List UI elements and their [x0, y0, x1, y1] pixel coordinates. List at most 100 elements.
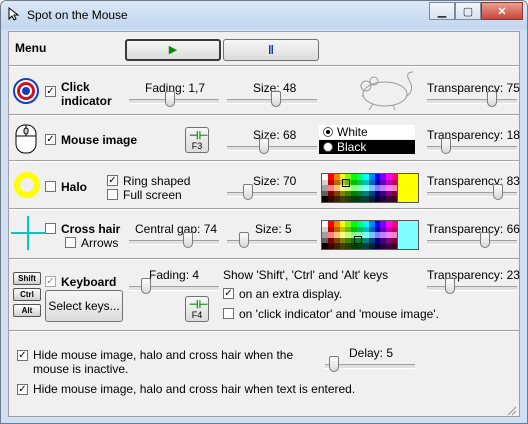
full-screen-label: Full screen: [123, 188, 182, 202]
slider-thumb[interactable]: [243, 184, 253, 200]
title-bar[interactable]: Spot on the Mouse ▁ ▢ ✕: [1, 1, 527, 29]
click-indicator-checkbox[interactable]: ✓: [45, 86, 56, 97]
black-label: Black: [337, 140, 367, 154]
cross-hair-color-swatch: [397, 220, 419, 250]
hide-when-inactive-label-2: mouse is inactive.: [33, 362, 129, 376]
computer-mouse-icon: [15, 124, 37, 154]
play-icon: ▶: [168, 44, 178, 56]
transparency-slider[interactable]: [427, 277, 517, 297]
close-icon: ✕: [497, 6, 507, 18]
indicator-checkbox[interactable]: [223, 308, 234, 319]
slider-thumb[interactable]: [487, 91, 497, 107]
slider-thumb[interactable]: [441, 138, 452, 154]
delay-slider[interactable]: [325, 355, 415, 375]
click-indicator-label-2: indicator: [61, 94, 112, 108]
slider-thumb[interactable]: [259, 138, 269, 154]
extra-display-checkbox[interactable]: ✓: [223, 288, 234, 299]
mouse-sketch-icon: [360, 71, 414, 111]
halo-color-palette[interactable]: [321, 173, 399, 203]
target-icon: [13, 78, 39, 104]
maximize-icon: ▢: [462, 6, 474, 18]
slider-thumb[interactable]: [329, 356, 339, 372]
black-radio[interactable]: [323, 142, 333, 152]
select-keys-label: Select keys...: [48, 299, 120, 313]
resize-grip-icon[interactable]: [505, 404, 517, 416]
size-slider[interactable]: [227, 90, 317, 110]
transparency-slider[interactable]: [427, 137, 517, 157]
hide-when-typing-checkbox[interactable]: ✓: [17, 384, 28, 395]
halo-label: Halo: [61, 180, 88, 194]
minimize-button[interactable]: ▁: [429, 2, 455, 20]
click-indicator-label: Click: [61, 80, 90, 94]
halo-color-swatch: [397, 173, 419, 203]
central-gap-slider[interactable]: [129, 231, 219, 251]
cross-hair-checkbox[interactable]: [45, 223, 56, 234]
size-slider[interactable]: [227, 137, 317, 157]
show-keys-text: Show 'Shift', 'Ctrl' and 'Alt' keys: [223, 268, 389, 282]
hide-when-inactive-checkbox[interactable]: ✓: [17, 350, 28, 361]
f3-hotkey-button[interactable]: ⊣⊢ F3: [185, 127, 209, 153]
white-radio[interactable]: [323, 127, 333, 137]
slider-thumb[interactable]: [141, 278, 151, 294]
ring-shaped-label: Ring shaped: [123, 174, 191, 188]
app-window: Spot on the Mouse ▁ ▢ ✕ Menu ▶ ǁ ✓ Click…: [0, 0, 528, 424]
size-slider[interactable]: [227, 183, 317, 203]
halo-icon: [14, 172, 40, 198]
black-option[interactable]: Black: [319, 140, 415, 154]
minimize-icon: ▁: [437, 6, 447, 18]
alt-key-icon: Alt: [13, 304, 41, 317]
menu-label[interactable]: Menu: [15, 41, 46, 55]
f4-label: F4: [191, 310, 203, 320]
halo-checkbox[interactable]: [45, 181, 56, 192]
hide-when-inactive-label: Hide mouse image, halo and cross hair wh…: [33, 348, 294, 362]
pause-button[interactable]: ǁ: [223, 39, 319, 61]
play-button[interactable]: ▶: [125, 39, 221, 61]
fading-slider[interactable]: [129, 277, 219, 297]
white-option[interactable]: White: [319, 125, 415, 139]
mouse-image-label: Mouse image: [61, 133, 138, 147]
pause-icon: ǁ: [268, 43, 274, 57]
fading-slider[interactable]: [129, 90, 219, 110]
app-icon: [8, 7, 20, 21]
window-title: Spot on the Mouse: [27, 8, 128, 22]
cross-hair-color-palette[interactable]: [321, 220, 399, 250]
hide-when-typing-label: Hide mouse image, halo and cross hair wh…: [33, 382, 356, 396]
f4-hotkey-button[interactable]: ⊣⊢ F4: [185, 296, 209, 322]
keyboard-checkbox[interactable]: ✓: [45, 276, 56, 287]
transparency-slider[interactable]: [427, 90, 517, 110]
transparency-slider[interactable]: [427, 183, 517, 203]
divider: [9, 330, 519, 332]
divider: [9, 65, 519, 67]
slider-thumb[interactable]: [239, 232, 249, 248]
ctrl-key-icon: Ctrl: [13, 288, 41, 301]
indicator-label: on 'click indicator' and 'mouse image'.: [239, 307, 439, 321]
close-button[interactable]: ✕: [481, 2, 523, 20]
white-label: White: [337, 125, 368, 139]
arrows-checkbox[interactable]: [65, 237, 76, 248]
f3-label: F3: [191, 141, 203, 151]
divider: [9, 160, 519, 162]
crosshair-icon: [11, 216, 45, 250]
select-keys-button[interactable]: Select keys...: [45, 290, 123, 322]
extra-display-label: on an extra display.: [239, 287, 343, 301]
slider-thumb[interactable]: [271, 91, 281, 107]
divider: [9, 208, 519, 210]
slider-thumb[interactable]: [445, 278, 456, 294]
mouse-image-checkbox[interactable]: ✓: [45, 134, 56, 145]
main-panel: Menu ▶ ǁ ✓ Click indicator Fading: 1,7 S…: [8, 31, 520, 417]
cross-hair-label: Cross hair: [61, 222, 121, 236]
size-slider[interactable]: [227, 231, 317, 251]
arrows-label: Arrows: [81, 236, 119, 250]
slider-thumb[interactable]: [165, 91, 175, 107]
slider-thumb[interactable]: [479, 232, 490, 248]
keyboard-label: Keyboard: [61, 275, 117, 289]
divider: [9, 258, 519, 260]
maximize-button[interactable]: ▢: [455, 2, 481, 20]
slider-thumb[interactable]: [183, 232, 194, 248]
slider-thumb[interactable]: [493, 184, 504, 200]
palette-selection-marker: [342, 179, 350, 187]
full-screen-checkbox[interactable]: [107, 189, 118, 200]
transparency-slider[interactable]: [427, 231, 517, 251]
palette-selection-marker: [354, 236, 362, 244]
ring-shaped-checkbox[interactable]: ✓: [107, 175, 118, 186]
